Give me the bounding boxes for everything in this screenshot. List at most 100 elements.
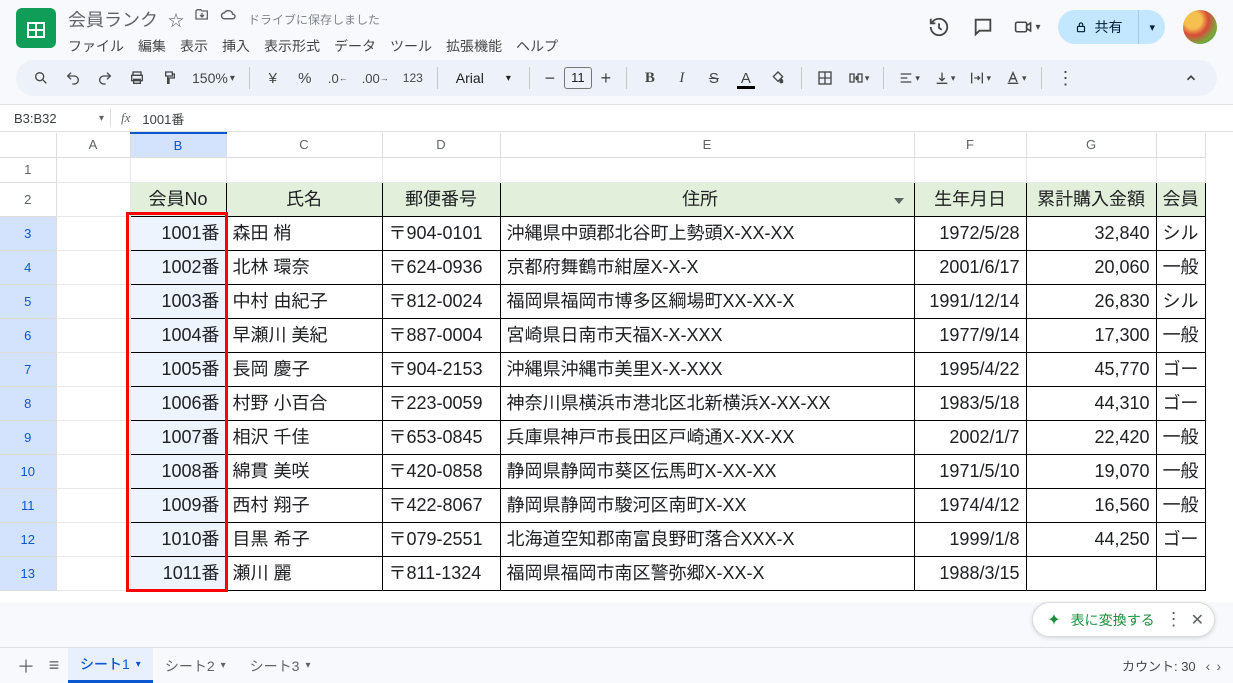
account-avatar[interactable] bbox=[1183, 10, 1217, 44]
table-cell[interactable]: 1001番 bbox=[130, 216, 226, 250]
row-header[interactable]: 6 bbox=[0, 318, 56, 352]
table-cell[interactable]: 村野 小百合 bbox=[226, 386, 382, 420]
menu-format[interactable]: 表示形式 bbox=[264, 36, 320, 56]
table-cell[interactable]: 静岡県静岡市駿河区南町X-XX bbox=[500, 488, 914, 522]
fill-color-button[interactable] bbox=[765, 64, 791, 92]
table-cell[interactable]: 〒223-0059 bbox=[382, 386, 500, 420]
row-header[interactable]: 3 bbox=[0, 216, 56, 250]
italic-button[interactable]: I bbox=[669, 64, 695, 92]
table-cell[interactable]: 綿貫 美咲 bbox=[226, 454, 382, 488]
table-cell[interactable]: 19,070 bbox=[1026, 454, 1156, 488]
menu-file[interactable]: ファイル bbox=[68, 36, 124, 56]
format-currency-icon[interactable]: ¥ bbox=[260, 64, 286, 92]
table-cell[interactable]: 1974/4/12 bbox=[914, 488, 1026, 522]
table-cell[interactable]: 1003番 bbox=[130, 284, 226, 318]
row-header[interactable]: 8 bbox=[0, 386, 56, 420]
table-header-cell[interactable]: 住所 bbox=[500, 182, 914, 216]
table-header-cell[interactable]: 生年月日 bbox=[914, 182, 1026, 216]
menu-tools[interactable]: ツール bbox=[390, 36, 432, 56]
table-cell[interactable]: 17,300 bbox=[1026, 318, 1156, 352]
text-color-button[interactable]: A bbox=[733, 64, 759, 92]
cell[interactable] bbox=[914, 157, 1026, 182]
table-cell[interactable]: 〒653-0845 bbox=[382, 420, 500, 454]
format-percent-icon[interactable]: % bbox=[292, 64, 318, 92]
formula-input[interactable]: 1001番 bbox=[140, 109, 1233, 128]
table-cell[interactable]: 長岡 慶子 bbox=[226, 352, 382, 386]
font-size-decrease[interactable]: − bbox=[540, 68, 560, 88]
table-cell[interactable]: 32,840 bbox=[1026, 216, 1156, 250]
table-cell[interactable]: 静岡県静岡市葵区伝馬町X-XX-XX bbox=[500, 454, 914, 488]
table-cell[interactable]: 兵庫県神戸市長田区戸崎通X-XX-XX bbox=[500, 420, 914, 454]
table-cell[interactable]: 瀬川 麗 bbox=[226, 556, 382, 590]
comments-icon[interactable] bbox=[970, 14, 996, 40]
sheet-tab[interactable]: シート2▾ bbox=[153, 648, 238, 683]
table-cell[interactable]: 相沢 千佳 bbox=[226, 420, 382, 454]
table-cell[interactable]: 〒904-2153 bbox=[382, 352, 500, 386]
table-cell[interactable]: 〒812-0024 bbox=[382, 284, 500, 318]
chevron-down-icon[interactable]: ▾ bbox=[221, 660, 226, 671]
table-cell[interactable]: 1988/3/15 bbox=[914, 556, 1026, 590]
table-cell[interactable]: 1002番 bbox=[130, 250, 226, 284]
table-cell[interactable]: 20,060 bbox=[1026, 250, 1156, 284]
font-select[interactable]: Arial ▾ bbox=[448, 70, 519, 86]
column-header-G[interactable]: G bbox=[1026, 133, 1156, 157]
text-wrap-button[interactable]: ▾ bbox=[965, 64, 995, 92]
column-header-B[interactable]: B bbox=[130, 133, 226, 157]
table-cell[interactable]: 沖縄県中頭郡北谷町上勢頭X-XX-XX bbox=[500, 216, 914, 250]
column-header-C[interactable]: C bbox=[226, 133, 382, 157]
chevron-down-icon[interactable]: ▾ bbox=[136, 659, 141, 670]
share-dropdown[interactable]: ▾ bbox=[1138, 10, 1165, 44]
menu-edit[interactable]: 編集 bbox=[138, 36, 166, 56]
table-cell[interactable]: 〒624-0936 bbox=[382, 250, 500, 284]
table-cell[interactable]: 神奈川県横浜市港北区北新横浜X-XX-XX bbox=[500, 386, 914, 420]
toolbar-more-icon[interactable]: ⋮ bbox=[1052, 64, 1078, 92]
toolbar-collapse-icon[interactable] bbox=[1177, 64, 1205, 92]
paint-format-icon[interactable] bbox=[156, 64, 182, 92]
document-title[interactable]: 会員ランク bbox=[68, 6, 158, 32]
table-cell[interactable]: 1010番 bbox=[130, 522, 226, 556]
table-cell[interactable]: 1983/5/18 bbox=[914, 386, 1026, 420]
table-cell[interactable]: 〒887-0004 bbox=[382, 318, 500, 352]
cell[interactable] bbox=[56, 157, 130, 182]
row-header[interactable]: 7 bbox=[0, 352, 56, 386]
table-cell[interactable]: 1006番 bbox=[130, 386, 226, 420]
table-cell[interactable]: 1977/9/14 bbox=[914, 318, 1026, 352]
row-header[interactable]: 9 bbox=[0, 420, 56, 454]
cell[interactable] bbox=[382, 157, 500, 182]
font-size-increase[interactable]: + bbox=[596, 68, 616, 88]
table-cell[interactable]: 〒420-0858 bbox=[382, 454, 500, 488]
table-cell[interactable]: 22,420 bbox=[1026, 420, 1156, 454]
add-sheet-button[interactable]: ＋ bbox=[12, 652, 40, 680]
table-cell[interactable]: 福岡県福岡市博多区綱場町XX-XX-X bbox=[500, 284, 914, 318]
scroll-sheets-left[interactable]: ‹ bbox=[1206, 658, 1211, 674]
table-header-cell[interactable]: 累計購入金額 bbox=[1026, 182, 1156, 216]
table-cell[interactable]: 〒079-2551 bbox=[382, 522, 500, 556]
table-cell[interactable]: 1005番 bbox=[130, 352, 226, 386]
cell[interactable] bbox=[1026, 157, 1156, 182]
row-header[interactable]: 12 bbox=[0, 522, 56, 556]
selection-count[interactable]: カウント: 30 bbox=[1112, 652, 1206, 679]
menu-view[interactable]: 表示 bbox=[180, 36, 208, 56]
redo-icon[interactable] bbox=[92, 64, 118, 92]
sheet-tab[interactable]: シート1▾ bbox=[68, 648, 153, 683]
table-cell[interactable]: 〒422-8067 bbox=[382, 488, 500, 522]
table-cell[interactable]: 早瀬川 美紀 bbox=[226, 318, 382, 352]
row-header[interactable]: 11 bbox=[0, 488, 56, 522]
name-box[interactable]: B3:B32 ▾ bbox=[0, 111, 110, 126]
table-cell[interactable]: 26,830 bbox=[1026, 284, 1156, 318]
row-header[interactable]: 4 bbox=[0, 250, 56, 284]
menu-insert[interactable]: 挿入 bbox=[222, 36, 250, 56]
zoom-select[interactable]: 150% ▾ bbox=[188, 70, 239, 86]
spreadsheet-grid[interactable]: ABCDEFG12会員No氏名郵便番号住所生年月日累計購入金額会員31001番森… bbox=[0, 132, 1233, 602]
menu-help[interactable]: ヘルプ bbox=[516, 36, 558, 56]
row-header[interactable]: 5 bbox=[0, 284, 56, 318]
search-menus-icon[interactable] bbox=[28, 64, 54, 92]
move-icon[interactable] bbox=[194, 7, 210, 31]
table-cell[interactable]: 1995/4/22 bbox=[914, 352, 1026, 386]
sheets-logo[interactable] bbox=[16, 8, 56, 48]
row-header[interactable]: 13 bbox=[0, 556, 56, 590]
decrease-decimal-icon[interactable]: .0← bbox=[324, 64, 352, 92]
more-formats-icon[interactable]: 123 bbox=[399, 64, 427, 92]
share-button[interactable]: 共有 bbox=[1058, 10, 1138, 44]
table-cell[interactable]: 44,310 bbox=[1026, 386, 1156, 420]
